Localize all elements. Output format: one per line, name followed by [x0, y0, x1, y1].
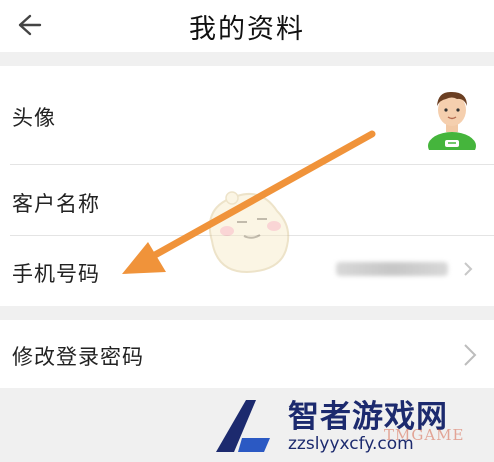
client-name-label: 客户名称: [12, 192, 100, 216]
logo-icon: [216, 400, 270, 452]
chevron-right-icon: [464, 262, 473, 276]
page-title: 我的资料: [189, 14, 305, 45]
section-gap: [0, 52, 494, 66]
watermark-url: zzslyyxcfy.com: [288, 434, 414, 454]
change-password-label: 修改登录密码: [12, 345, 144, 369]
top-bar: 我的资料: [0, 0, 494, 52]
avatar[interactable]: [424, 88, 480, 150]
site-watermark: 智者游戏网 TMGAME zzslyyxcfy.com: [212, 394, 494, 462]
change-password-row[interactable]: 修改登录密码: [0, 320, 494, 388]
phone-label: 手机号码: [12, 262, 100, 286]
mascot-watermark: [208, 191, 290, 274]
chevron-right-icon: [464, 344, 477, 366]
avatar-row[interactable]: 头像: [0, 66, 494, 164]
avatar-label: 头像: [12, 106, 56, 130]
phone-value-blurred: [336, 262, 448, 276]
